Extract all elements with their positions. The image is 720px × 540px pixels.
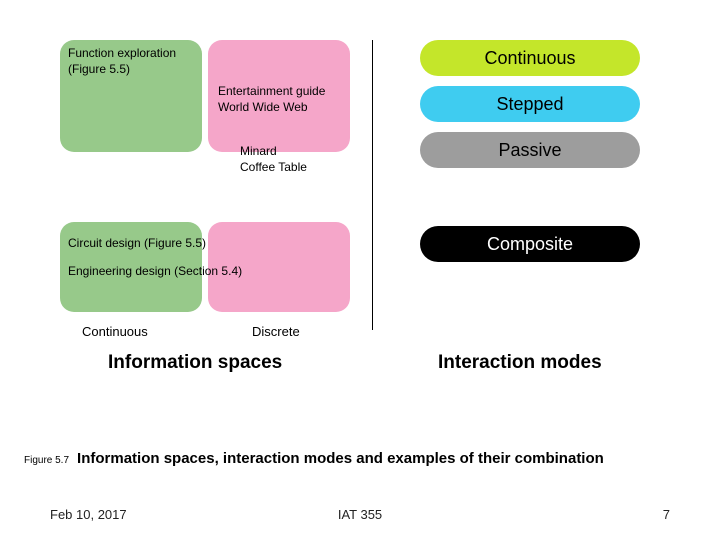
section-interaction-modes: Interaction modes <box>438 352 602 374</box>
footer-date: Feb 10, 2017 <box>50 507 127 522</box>
label-entertainment: Entertainment guideWorld Wide Web <box>218 84 325 115</box>
figure-caption-text: Information spaces, interaction modes an… <box>77 450 604 467</box>
footer-course: IAT 355 <box>338 507 382 522</box>
slide-footer: Feb 10, 2017 IAT 355 7 <box>50 507 670 522</box>
footer-page-number: 7 <box>663 507 670 522</box>
label-function-exploration: Function exploration(Figure 5.5) <box>68 46 176 77</box>
figure-caption: Figure 5.7 Information spaces, interacti… <box>24 450 704 467</box>
axis-discrete: Discrete <box>252 324 300 339</box>
mode-stepped: Stepped <box>420 86 640 122</box>
figure-diagram: Function exploration(Figure 5.5) Enterta… <box>60 40 660 400</box>
mode-composite: Composite <box>420 226 640 262</box>
label-minard: MinardCoffee Table <box>240 144 307 175</box>
label-engineering: Engineering design (Section 5.4) <box>68 264 242 280</box>
section-information-spaces: Information spaces <box>108 352 282 374</box>
mode-continuous: Continuous <box>420 40 640 76</box>
label-circuit: Circuit design (Figure 5.5) <box>68 236 206 252</box>
axis-continuous: Continuous <box>82 324 148 339</box>
vertical-divider <box>372 40 373 330</box>
figure-number: Figure 5.7 <box>24 455 69 466</box>
mode-passive: Passive <box>420 132 640 168</box>
